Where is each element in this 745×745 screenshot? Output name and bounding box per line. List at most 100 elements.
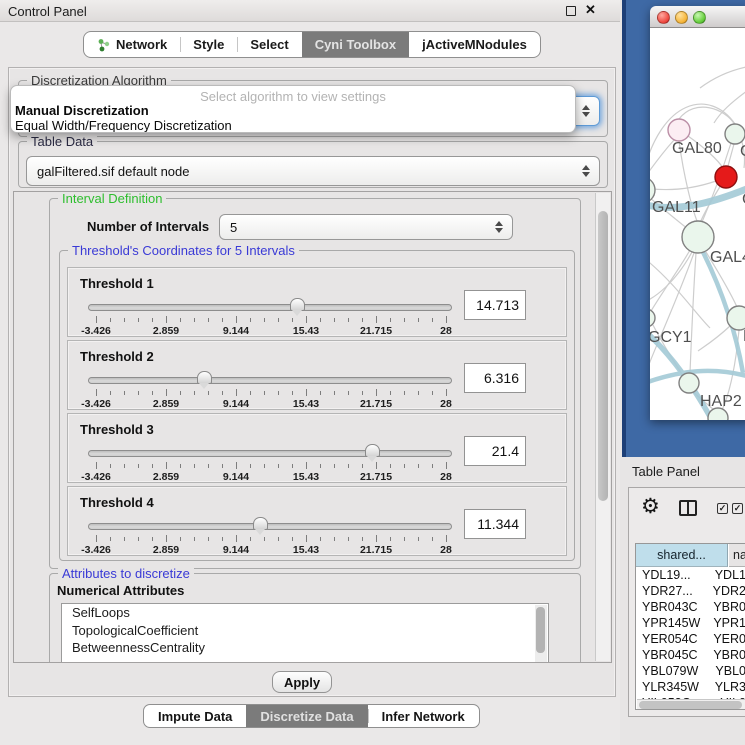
cell-name: YPR1 xyxy=(708,616,745,630)
slider-thumb[interactable] xyxy=(253,517,268,530)
combo-value: 5 xyxy=(230,220,237,235)
tick-labels: -3.426 2.859 9.144 15.43 21.715 28 xyxy=(96,325,446,337)
threshold-1-value-field[interactable] xyxy=(464,290,526,320)
traffic-minimize-button[interactable] xyxy=(675,11,688,24)
table-row[interactable]: YLR345WYLR3 xyxy=(636,679,745,695)
threshold-3-panel: Threshold 3 -3.426 2.859 9.144 15.43 21.… xyxy=(67,413,567,483)
column-header-name[interactable]: na xyxy=(729,544,745,567)
column-header-shared[interactable]: shared... xyxy=(636,544,728,567)
network-canvas[interactable]: GAL80 GA C GAL11 GAL4 GCY1 H HAP2 xyxy=(650,28,745,420)
threshold-label: Threshold 2 xyxy=(80,349,154,364)
tick-marks xyxy=(96,389,446,397)
tab-label: jActiveMNodules xyxy=(422,37,527,52)
tab-label: Select xyxy=(250,37,288,52)
number-of-intervals-combobox[interactable]: 5 xyxy=(219,214,513,240)
popup-option-equal-width-frequency[interactable]: Equal Width/Frequency Discretization xyxy=(15,118,232,133)
node-red-selected[interactable] xyxy=(715,166,737,188)
slider-thumb[interactable] xyxy=(290,298,305,311)
threshold-2-value-field[interactable] xyxy=(464,363,526,393)
right-region: GAL80 GA C GAL11 GAL4 GCY1 H HAP2 Table … xyxy=(620,0,745,745)
threshold-label: Threshold 3 xyxy=(80,422,154,437)
network-view-window: GAL80 GA C GAL11 GAL4 GCY1 H HAP2 xyxy=(650,6,745,420)
node-gal80[interactable] xyxy=(668,119,690,141)
combo-value: galFiltered.sif default node xyxy=(37,164,189,179)
node-ga[interactable] xyxy=(725,124,745,144)
tick-label: 9.144 xyxy=(223,398,249,410)
cell-name: YBR0 xyxy=(708,600,745,614)
checkbox-icon-1[interactable] xyxy=(717,503,728,514)
control-panel-titlebar: Control Panel ✕ xyxy=(0,0,620,22)
traffic-close-button[interactable] xyxy=(657,11,670,24)
network-window-titlebar xyxy=(650,6,745,28)
list-item-betweennesscentrality[interactable]: BetweennessCentrality xyxy=(62,639,548,657)
tab-infer-network[interactable]: Infer Network xyxy=(368,705,479,727)
tab-label: Style xyxy=(193,37,224,52)
tab-style[interactable]: Style xyxy=(180,32,237,57)
tab-network[interactable]: Network xyxy=(84,32,180,57)
screenshot-root: Control Panel ✕ Network Style Select Cyn… xyxy=(0,0,745,745)
numerical-attributes-label: Numerical Attributes xyxy=(57,583,184,598)
table-row[interactable]: YER054CYER0 xyxy=(636,631,745,647)
tab-select[interactable]: Select xyxy=(237,32,301,57)
checkbox-icon-2[interactable] xyxy=(732,503,743,514)
combo-arrows-icon xyxy=(582,165,590,177)
threshold-3-value-field[interactable] xyxy=(464,436,526,466)
settings-scroll-pane: Interval Definition Number of Intervals … xyxy=(13,191,612,663)
table-row[interactable]: YDR27...YDR2 xyxy=(636,583,745,599)
table-panel: ⚙ shared... na YDL19...YDL1 YDR27...YDR2… xyxy=(628,487,745,717)
column-selector-icon[interactable] xyxy=(679,500,697,516)
tab-discretize-data[interactable]: Discretize Data xyxy=(246,705,367,727)
tab-impute-data[interactable]: Impute Data xyxy=(144,705,246,727)
list-item-topologicalcoefficient[interactable]: TopologicalCoefficient xyxy=(62,622,548,640)
scrollbar-thumb[interactable] xyxy=(639,701,742,709)
tab-jactivemnodules[interactable]: jActiveMNodules xyxy=(409,32,540,57)
tick-label: 21.715 xyxy=(360,471,392,483)
tick-label: 15.43 xyxy=(293,398,319,410)
network-desktop: GAL80 GA C GAL11 GAL4 GCY1 H HAP2 xyxy=(622,0,745,457)
horizontal-scrollbar[interactable] xyxy=(637,699,745,710)
threshold-4-value-field[interactable] xyxy=(464,509,526,539)
tick-label: 9.144 xyxy=(223,325,249,337)
attributes-list-scrollbar[interactable] xyxy=(535,605,547,663)
tick-label: 2.859 xyxy=(153,325,179,337)
node-label-gal4: GAL4 xyxy=(710,249,745,266)
cell-name: YBL0 xyxy=(710,664,745,678)
table-row[interactable]: YBR043CYBR0 xyxy=(636,599,745,615)
list-item-selfloops[interactable]: SelfLoops xyxy=(62,604,548,622)
tick-label: 2.859 xyxy=(153,398,179,410)
cell-name: YER0 xyxy=(708,632,745,646)
popup-option-manual-discretization[interactable]: Manual Discretization xyxy=(15,103,149,118)
tick-label: 28 xyxy=(440,544,452,556)
node-label-gal11: GAL11 xyxy=(652,199,701,216)
node-h[interactable] xyxy=(727,306,745,330)
table-row[interactable]: YBR045CYBR0 xyxy=(636,647,745,663)
cell-shared: YBR045C xyxy=(636,648,708,662)
float-window-icon[interactable] xyxy=(566,6,576,16)
table-row[interactable]: YBL079WYBL0 xyxy=(636,663,745,679)
scrollbar-thumb[interactable] xyxy=(536,607,545,653)
node-gcy1[interactable] xyxy=(650,309,655,327)
cell-name: YLR3 xyxy=(710,680,745,694)
tick-labels: -3.426 2.859 9.144 15.43 21.715 28 xyxy=(96,544,446,556)
tab-label: Cyni Toolbox xyxy=(315,37,396,52)
tab-cyni-toolbox[interactable]: Cyni Toolbox xyxy=(302,32,409,57)
threshold-1-panel: Threshold 1 -3.426 2.859 9.144 15.43 21.… xyxy=(67,267,567,337)
tick-label: -3.426 xyxy=(81,325,111,337)
table-row[interactable]: YPR145WYPR1 xyxy=(636,615,745,631)
gear-icon[interactable]: ⚙ xyxy=(641,496,660,517)
panel-title: Control Panel xyxy=(8,4,87,19)
apply-button[interactable]: Apply xyxy=(272,671,332,693)
table-data-combobox[interactable]: galFiltered.sif default node xyxy=(26,156,600,186)
slider-thumb[interactable] xyxy=(365,444,380,457)
scrollbar-thumb[interactable] xyxy=(598,211,608,501)
traffic-zoom-button[interactable] xyxy=(693,11,706,24)
table-row[interactable]: YDL19...YDL1 xyxy=(636,567,745,583)
tick-label: 2.859 xyxy=(153,544,179,556)
group-title: Threshold's Coordinates for 5 Intervals xyxy=(68,243,299,258)
slider-thumb[interactable] xyxy=(197,371,212,384)
tick-label: 15.43 xyxy=(293,471,319,483)
node-hap2[interactable] xyxy=(679,373,699,393)
close-icon[interactable]: ✕ xyxy=(585,2,596,18)
vertical-scrollbar[interactable] xyxy=(595,193,610,661)
threshold-2-slider: -3.426 2.859 9.144 15.43 21.715 28 xyxy=(96,367,446,409)
